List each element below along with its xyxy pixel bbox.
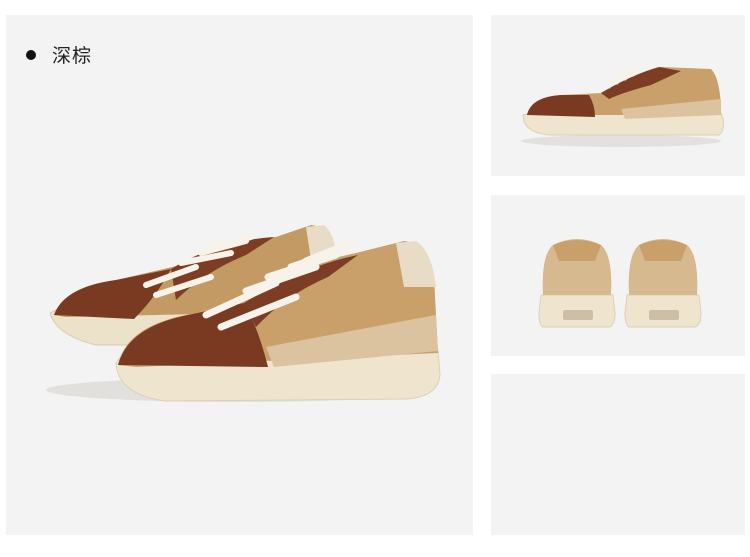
sneaker-side-illustration bbox=[521, 63, 724, 147]
main-product-image: 深棕 bbox=[6, 15, 473, 535]
sneaker-back-illustration bbox=[538, 239, 702, 328]
thumbnail-back-view[interactable] bbox=[491, 195, 745, 356]
left-heel bbox=[538, 239, 616, 328]
thumbnail-side-view[interactable] bbox=[491, 15, 745, 176]
right-heel bbox=[624, 239, 702, 328]
sneaker-pair-illustration bbox=[46, 225, 441, 402]
thumbnail-empty[interactable] bbox=[491, 374, 745, 535]
